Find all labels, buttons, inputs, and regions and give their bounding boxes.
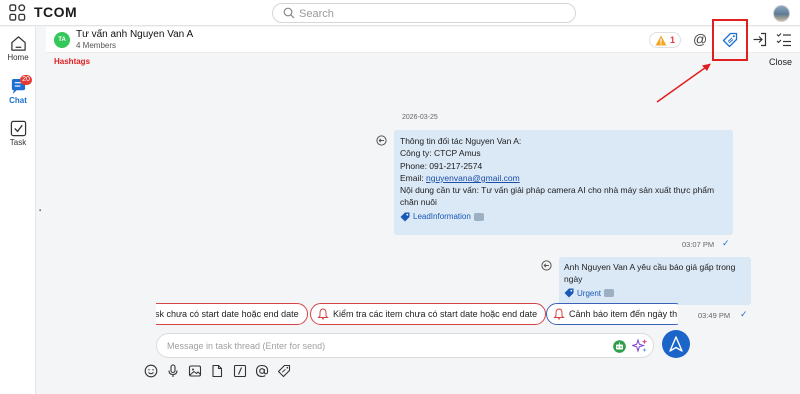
at-sign-icon — [255, 364, 269, 378]
emoji-icon — [144, 364, 158, 378]
read-check-icon: ✓ — [722, 238, 730, 248]
sidebar-collapse-handle[interactable]: ▪ — [39, 208, 41, 214]
hashtag-chip[interactable]: Urgent — [564, 288, 615, 298]
message-email-line: Email: nguyenvana@gmail.com — [400, 172, 727, 184]
message-bubble[interactable]: Anh Nguyen Van A yêu cầu báo giá gấp tro… — [559, 257, 751, 305]
warning-button[interactable]: 1 — [649, 32, 681, 48]
apps-grid-icon[interactable] — [9, 4, 26, 21]
reply-icon[interactable] — [376, 135, 387, 146]
search-box[interactable] — [272, 3, 576, 23]
user-avatar[interactable] — [773, 5, 790, 22]
annotation-hashtags-label: Hashtags — [54, 57, 91, 66]
search-icon — [283, 7, 295, 19]
image-icon — [188, 365, 202, 377]
hashtag-chip[interactable]: LeadInformation — [400, 212, 484, 222]
voice-button[interactable] — [166, 364, 180, 378]
chat-header: TA Tư vấn anh Nguyen Van A 4 Members 1 @ — [46, 27, 800, 53]
leave-thread-icon[interactable] — [752, 32, 767, 47]
home-icon — [10, 36, 26, 51]
task-checkbox-icon — [10, 120, 26, 137]
sidebar-item-label: Home — [7, 53, 29, 62]
message-time: 03:49 PM — [698, 311, 731, 320]
date-separator: 2026-03-25 — [402, 114, 438, 121]
sidebar-item-chat[interactable]: 20 Chat — [0, 75, 36, 105]
sidebar: Home 20 Chat Task — [0, 27, 36, 394]
message-line: Nội dung cần tư vấn: Tư vấn giải pháp ca… — [400, 185, 715, 208]
image-button[interactable] — [188, 364, 202, 378]
message-time: 03:07 PM — [682, 240, 715, 249]
attach-file-button[interactable] — [210, 364, 224, 378]
task-suggestion-label: Kiểm tra các item chưa có start date hoặ… — [333, 309, 538, 319]
message-line: Công ty: CTCP Amus — [400, 148, 481, 159]
task-suggestion-row: sk chưa có start date hoặc end date Kiểm… — [156, 303, 678, 326]
top-bar: TCOM — [0, 0, 800, 26]
ai-sparkle-icon[interactable] — [632, 338, 648, 354]
bell-alert-icon — [317, 308, 329, 320]
sidebar-item-label: Task — [9, 138, 27, 147]
warning-triangle-icon — [655, 35, 667, 46]
tagger-avatar — [473, 212, 484, 221]
group-avatar[interactable]: TA — [54, 32, 70, 48]
app-title: TCOM — [34, 4, 78, 20]
command-button[interactable] — [233, 364, 247, 378]
slash-command-icon — [233, 364, 247, 378]
reply-icon[interactable] — [541, 260, 552, 271]
task-suggestion-label: sk chưa có start date hoặc end date — [156, 309, 299, 319]
task-suggestion-chip[interactable]: Cảnh báo item đến ngày th — [546, 303, 678, 325]
message-bubble[interactable]: Thông tin đối tác Nguyen Van A: Công ty:… — [394, 130, 733, 235]
member-count[interactable]: 4 Members — [76, 41, 116, 50]
chat-title[interactable]: Tư vấn anh Nguyen Van A — [76, 29, 193, 40]
task-suggestion-label: Cảnh báo item đến ngày th — [569, 309, 678, 319]
unread-badge: 20 — [20, 75, 32, 85]
tag-icon — [564, 288, 574, 298]
mention-tool-button[interactable] — [255, 364, 269, 378]
hashtag-tool-button[interactable] — [277, 364, 291, 378]
email-link[interactable]: nguyenvana@gmail.com — [426, 173, 520, 183]
bot-icon[interactable] — [613, 340, 626, 353]
bell-alert-icon — [553, 308, 565, 320]
email-prefix: Email: — [400, 172, 426, 183]
message-input[interactable] — [167, 339, 597, 353]
message-composer — [156, 333, 654, 358]
search-input[interactable] — [299, 6, 569, 21]
microphone-icon — [168, 364, 178, 377]
tag-icon — [277, 364, 291, 378]
tagger-avatar — [604, 289, 615, 297]
read-check-icon: ✓ — [740, 309, 748, 319]
sidebar-item-label: Chat — [9, 96, 27, 105]
annotation-arrow-icon — [656, 63, 711, 103]
send-button[interactable] — [662, 330, 690, 358]
warning-count: 1 — [670, 35, 676, 45]
annotation-close-label: Close — [769, 57, 793, 67]
send-arrow-icon — [669, 336, 683, 352]
sidebar-item-home[interactable]: Home — [0, 35, 36, 62]
message-line: Phone: 091-217-2574 — [400, 160, 483, 171]
file-icon — [212, 364, 223, 378]
tag-icon — [400, 212, 410, 222]
mention-button[interactable]: @ — [693, 31, 707, 47]
task-suggestion-chip[interactable]: Kiểm tra các item chưa có start date hoặ… — [310, 303, 547, 325]
hashtag-label: LeadInformation — [413, 212, 471, 222]
task-list-icon[interactable] — [776, 32, 792, 47]
emoji-button[interactable] — [144, 364, 158, 378]
task-suggestion-chip[interactable]: sk chưa có start date hoặc end date — [156, 303, 308, 325]
sidebar-item-task[interactable]: Task — [0, 120, 36, 147]
message-text: Anh Nguyen Van A yêu cầu báo giá gấp tro… — [564, 262, 736, 284]
message-line: Thông tin đối tác Nguyen Van A: — [400, 136, 522, 146]
annotation-highlight-box — [712, 19, 748, 61]
hashtag-label: Urgent — [577, 288, 602, 298]
